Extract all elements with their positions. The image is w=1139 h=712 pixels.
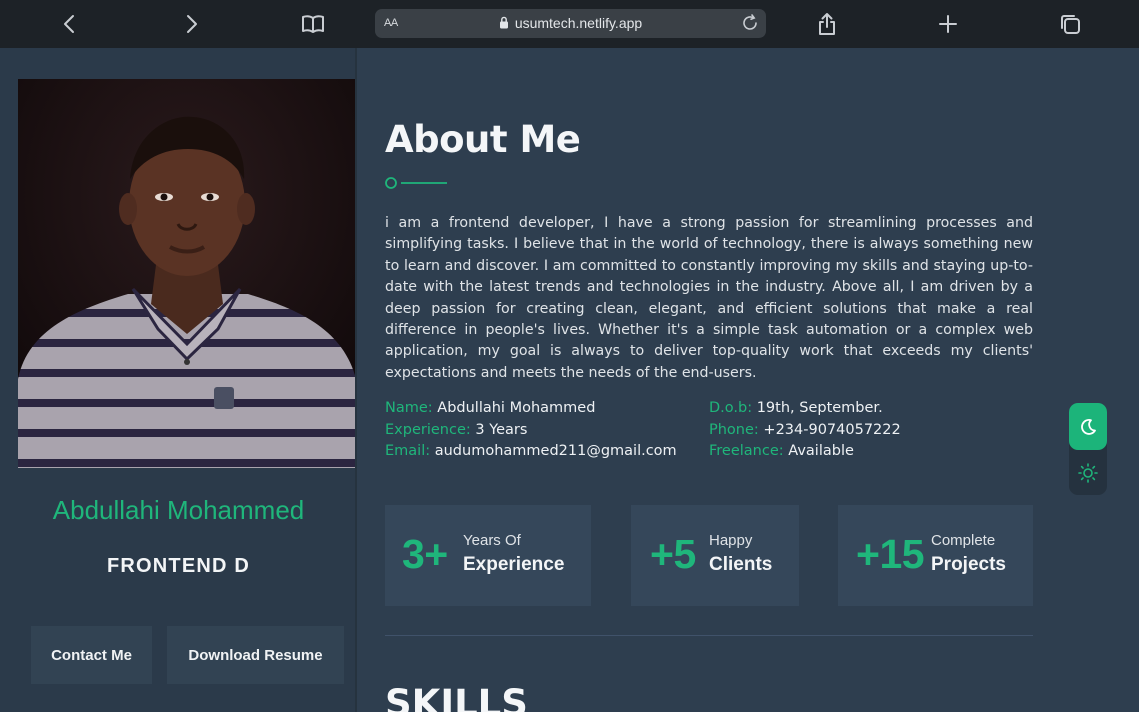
lock-icon [499, 16, 508, 29]
url-text: usumtech.netlify.app [514, 15, 643, 31]
address-bar[interactable]: AA usumtech.netlify.app [375, 9, 766, 38]
info-experience: Experience: 3 Years [385, 421, 528, 438]
profile-name: Abdullahi Mohammed [52, 495, 305, 525]
about-heading: About Me [385, 118, 581, 161]
share-button[interactable] [813, 10, 841, 38]
stat-label-top: Years Of [463, 532, 521, 549]
stat-label-bottom: Projects [931, 554, 1006, 575]
stat-label-bottom: Experience [463, 554, 565, 575]
info-name: Name: Abdullahi Mohammed [385, 400, 596, 416]
profile-role: FRONTEND D [106, 555, 251, 577]
stat-number: +15 [856, 531, 925, 577]
plus-icon [939, 15, 957, 33]
bookmarks-button[interactable] [299, 10, 327, 38]
stat-card-clients: +5 Happy Clients [631, 505, 799, 606]
info-column-left: Name: Abdullahi Mohammed Experience: 3 Y… [385, 398, 677, 463]
new-tab-button[interactable] [934, 10, 962, 38]
info-phone: Phone: +234-9074057222 [709, 421, 901, 438]
contact-me-button[interactable]: Contact Me [31, 626, 152, 684]
info-email: Email: audumohammed211@gmail.com [385, 443, 677, 459]
download-resume-button[interactable]: Download Resume [167, 626, 344, 684]
tabs-overview-button[interactable] [1056, 10, 1084, 38]
stat-card-projects: +15 Complete Projects [838, 505, 1033, 606]
stat-number: +5 [650, 531, 696, 577]
sun-icon [1078, 463, 1098, 483]
stat-card-experience: 3+ Years Of Experience [385, 505, 591, 606]
forward-button[interactable] [177, 10, 205, 38]
main-content: About Me i am a frontend developer, I ha… [357, 48, 1139, 712]
url-display[interactable]: usumtech.netlify.app [375, 15, 766, 31]
info-freelance: Freelance: Available [709, 443, 854, 459]
share-icon [819, 13, 835, 35]
dark-theme-button[interactable] [1069, 403, 1107, 450]
skills-heading: SKILLS [385, 682, 528, 712]
chevron-left-icon [64, 15, 74, 33]
book-icon [302, 15, 324, 33]
info-column-right: D.o.b: 19th, September. Phone: +234-9074… [709, 398, 901, 463]
moon-icon [1081, 418, 1096, 435]
back-button[interactable] [56, 10, 84, 38]
profile-photo [18, 79, 356, 468]
profile-card: Abdullahi Mohammed FRONTEND D Contact Me… [0, 48, 357, 712]
tabs-icon [1061, 15, 1080, 34]
reload-icon[interactable] [740, 13, 760, 33]
stat-label-bottom: Clients [709, 554, 773, 575]
stat-number: 3+ [402, 531, 448, 577]
theme-switcher [1069, 403, 1107, 495]
chevron-right-icon [187, 15, 197, 33]
heading-divider [385, 177, 447, 189]
browser-toolbar: AA usumtech.netlify.app [0, 0, 1139, 48]
light-theme-button[interactable] [1069, 455, 1107, 491]
about-paragraph: i am a frontend developer, I have a stro… [385, 215, 1033, 381]
info-dob: D.o.b: 19th, September. [709, 400, 883, 416]
stat-label-top: Happy [709, 532, 753, 549]
section-divider [385, 635, 1033, 636]
stat-label-top: Complete [931, 532, 996, 549]
